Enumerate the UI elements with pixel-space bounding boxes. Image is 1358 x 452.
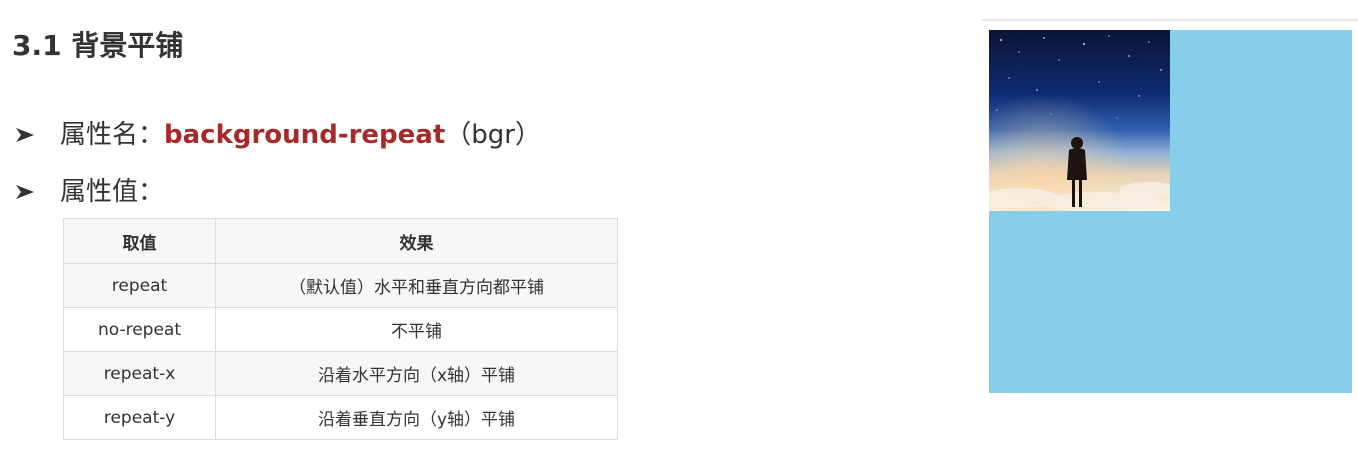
table-cell-effect: （默认值）水平和垂直方向都平铺 <box>215 263 618 308</box>
arrowhead-bullet-icon <box>16 128 34 142</box>
property-value-label: 属性值： <box>60 177 165 207</box>
property-name-label: 属性名： <box>60 120 165 150</box>
table-cell-effect: 沿着垂直方向（y轴）平铺 <box>215 395 618 440</box>
table-row: repeat-x 沿着水平方向（x轴）平铺 <box>63 351 618 396</box>
night-sky-image <box>989 30 1170 211</box>
bullet-property-name: 属性名：background-repeat（bgr） <box>14 118 541 152</box>
table-row: repeat （默认值）水平和垂直方向都平铺 <box>63 263 618 308</box>
table-header-value: 取值 <box>63 218 216 264</box>
table-cell-value: repeat <box>63 263 216 308</box>
table-cell-value: repeat-y <box>63 395 216 440</box>
table-row: no-repeat 不平铺 <box>63 307 618 352</box>
table-cell-value: repeat-x <box>63 351 216 396</box>
table-row: repeat-y 沿着垂直方向（y轴）平铺 <box>63 395 618 440</box>
property-name-value: background-repeat <box>164 120 446 150</box>
values-table: 取值 效果 repeat （默认值）水平和垂直方向都平铺 no-repeat 不… <box>63 218 618 440</box>
table-header-effect: 效果 <box>215 218 618 264</box>
background-preview-box <box>989 30 1352 393</box>
bullet-property-value: 属性值： <box>14 175 164 209</box>
section-title: 3.1 背景平铺 <box>12 29 184 62</box>
table-cell-value: no-repeat <box>63 307 216 352</box>
table-header-row: 取值 效果 <box>63 218 618 264</box>
table-cell-effect: 沿着水平方向（x轴）平铺 <box>215 351 618 396</box>
divider <box>982 19 1358 21</box>
arrowhead-bullet-icon <box>16 185 34 199</box>
table-cell-effect: 不平铺 <box>215 307 618 352</box>
property-name-abbrev: （bgr） <box>445 120 541 150</box>
